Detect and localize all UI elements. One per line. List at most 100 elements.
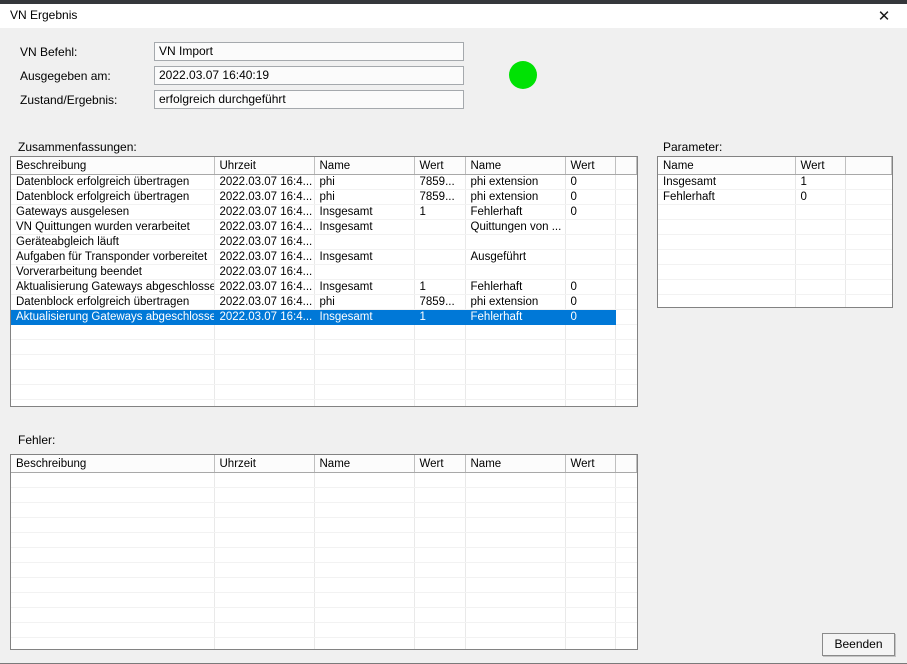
table-cell[interactable]: 0 [565, 190, 615, 205]
column-header[interactable]: Wert [414, 157, 465, 175]
table-row[interactable]: Datenblock erfolgreich übertragen2022.03… [11, 190, 637, 205]
table-cell[interactable]: 0 [565, 175, 615, 190]
table-cell[interactable]: phi extension [465, 190, 565, 205]
table-cell[interactable]: Datenblock erfolgreich übertragen [11, 175, 214, 190]
table-cell[interactable]: 2022.03.07 16:4... [214, 310, 314, 325]
table-cell[interactable]: Fehlerhaft [465, 310, 565, 325]
column-header[interactable]: Uhrzeit [214, 455, 314, 473]
table-cell[interactable]: Insgesamt [658, 175, 795, 190]
table-cell[interactable]: 2022.03.07 16:4... [214, 295, 314, 310]
table-row[interactable]: VN Quittungen wurden verarbeitet2022.03.… [11, 220, 637, 235]
table-cell[interactable]: 1 [414, 280, 465, 295]
table-cell[interactable]: 7859... [414, 175, 465, 190]
table-row[interactable]: Fehlerhaft0 [658, 190, 892, 205]
table-cell[interactable] [565, 265, 615, 280]
table-cell-filler[interactable] [615, 295, 637, 310]
zustand-ergebnis-field[interactable]: erfolgreich durchgeführt [154, 90, 464, 109]
table-row[interactable]: Gateways ausgelesen2022.03.07 16:4...Ins… [11, 205, 637, 220]
table-cell[interactable] [565, 235, 615, 250]
table-row[interactable]: Datenblock erfolgreich übertragen2022.03… [11, 175, 637, 190]
table-cell[interactable]: phi [314, 190, 414, 205]
table-cell[interactable]: Ausgeführt [465, 250, 565, 265]
table-cell[interactable]: Insgesamt [314, 250, 414, 265]
table-cell[interactable]: Insgesamt [314, 205, 414, 220]
table-cell[interactable]: 2022.03.07 16:4... [214, 175, 314, 190]
close-icon[interactable]: ✕ [867, 4, 901, 28]
column-header[interactable]: Wert [414, 455, 465, 473]
table-cell-filler[interactable] [615, 265, 637, 280]
table-cell-filler[interactable] [615, 250, 637, 265]
table-cell[interactable] [314, 235, 414, 250]
table-cell-filler[interactable] [615, 205, 637, 220]
table-row[interactable]: Insgesamt1 [658, 175, 892, 190]
table-cell[interactable]: 7859... [414, 190, 465, 205]
table-cell[interactable]: 2022.03.07 16:4... [214, 205, 314, 220]
table-cell-filler[interactable] [615, 190, 637, 205]
table-cell[interactable]: phi [314, 295, 414, 310]
titlebar[interactable]: VN Ergebnis ✕ [0, 4, 907, 28]
column-header[interactable]: Name [314, 455, 414, 473]
table-cell[interactable] [414, 265, 465, 280]
table-cell[interactable]: Datenblock erfolgreich übertragen [11, 295, 214, 310]
table-cell[interactable]: 0 [565, 205, 615, 220]
table-cell-filler[interactable] [615, 235, 637, 250]
table-cell[interactable]: Gateways ausgelesen [11, 205, 214, 220]
table-cell[interactable]: Insgesamt [314, 220, 414, 235]
table-cell[interactable]: Aufgaben für Transponder vorbereitet [11, 250, 214, 265]
table-cell[interactable]: 2022.03.07 16:4... [214, 250, 314, 265]
table-row[interactable]: Vorverarbeitung beendet2022.03.07 16:4..… [11, 265, 637, 280]
table-cell[interactable]: VN Quittungen wurden verarbeitet [11, 220, 214, 235]
ausgegeben-am-field[interactable]: 2022.03.07 16:40:19 [154, 66, 464, 85]
table-cell[interactable]: phi extension [465, 295, 565, 310]
table-cell[interactable]: 7859... [414, 295, 465, 310]
table-cell[interactable]: 2022.03.07 16:4... [214, 235, 314, 250]
table-cell-filler[interactable] [845, 175, 892, 190]
table-cell[interactable]: Aktualisierung Gateways abgeschlossen [11, 310, 214, 325]
table-row[interactable]: Geräteabgleich läuft2022.03.07 16:4... [11, 235, 637, 250]
table-cell[interactable]: 2022.03.07 16:4... [214, 190, 314, 205]
table-cell[interactable]: 0 [565, 280, 615, 295]
column-header[interactable]: Name [465, 157, 565, 175]
table-cell-filler[interactable] [615, 310, 637, 325]
table-row[interactable]: Datenblock erfolgreich übertragen2022.03… [11, 295, 637, 310]
table-cell[interactable] [314, 265, 414, 280]
table-cell[interactable]: Insgesamt [314, 310, 414, 325]
table-cell-filler[interactable] [615, 220, 637, 235]
table-cell[interactable]: Fehlerhaft [465, 280, 565, 295]
table-cell[interactable]: 2022.03.07 16:4... [214, 280, 314, 295]
table-cell-filler[interactable] [615, 175, 637, 190]
error-table[interactable]: BeschreibungUhrzeitNameWertNameWert [11, 455, 637, 650]
table-cell[interactable]: phi [314, 175, 414, 190]
vn-befehl-field[interactable]: VN Import [154, 42, 464, 61]
table-cell[interactable] [414, 235, 465, 250]
table-cell[interactable]: phi extension [465, 175, 565, 190]
table-row[interactable]: Aktualisierung Gateways abgeschlossen202… [11, 280, 637, 295]
table-cell[interactable] [565, 220, 615, 235]
column-header[interactable]: Name [314, 157, 414, 175]
table-cell[interactable] [565, 250, 615, 265]
table-cell[interactable]: Datenblock erfolgreich übertragen [11, 190, 214, 205]
table-cell[interactable] [465, 235, 565, 250]
summary-table[interactable]: BeschreibungUhrzeitNameWertNameWertDaten… [11, 157, 637, 407]
column-header[interactable]: Uhrzeit [214, 157, 314, 175]
table-cell[interactable] [414, 250, 465, 265]
column-header[interactable]: Wert [565, 455, 615, 473]
table-cell[interactable]: 2022.03.07 16:4... [214, 220, 314, 235]
table-cell[interactable]: Aktualisierung Gateways abgeschlossen [11, 280, 214, 295]
column-header[interactable]: Name [465, 455, 565, 473]
table-cell[interactable]: Fehlerhaft [658, 190, 795, 205]
table-cell[interactable]: Fehlerhaft [465, 205, 565, 220]
table-cell[interactable]: 1 [414, 310, 465, 325]
column-header[interactable]: Beschreibung [11, 455, 214, 473]
table-cell-filler[interactable] [845, 190, 892, 205]
table-cell-filler[interactable] [615, 280, 637, 295]
column-header[interactable]: Wert [795, 157, 845, 175]
table-row[interactable]: Aufgaben für Transponder vorbereitet2022… [11, 250, 637, 265]
table-cell[interactable]: 0 [795, 190, 845, 205]
column-header[interactable]: Wert [565, 157, 615, 175]
table-cell[interactable]: 2022.03.07 16:4... [214, 265, 314, 280]
parameter-table[interactable]: NameWertInsgesamt1Fehlerhaft0 [658, 157, 892, 308]
column-header[interactable]: Name [658, 157, 795, 175]
table-cell[interactable]: Quittungen von ... [465, 220, 565, 235]
table-cell[interactable]: 1 [414, 205, 465, 220]
